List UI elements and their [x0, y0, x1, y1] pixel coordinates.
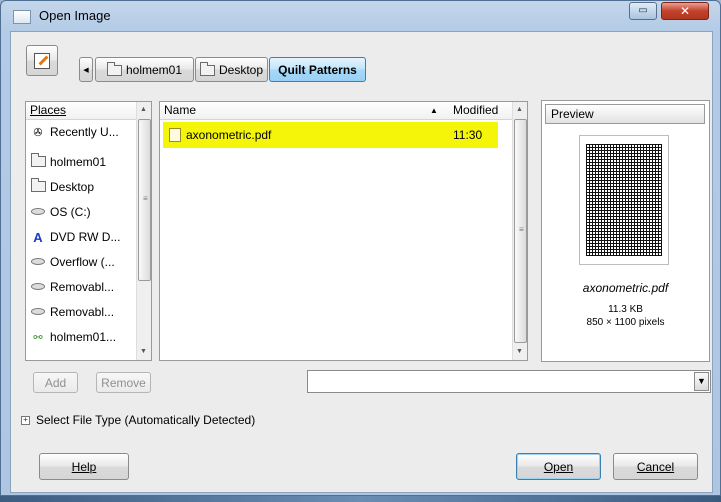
place-os-c[interactable]: OS (C:) [28, 201, 151, 223]
place-label: OS (C:) [50, 205, 91, 219]
add-button-label: Add [44, 375, 67, 390]
chevron-down-icon: ▼ [697, 376, 706, 386]
breadcrumb-label: Quilt Patterns [278, 62, 357, 77]
window-title: Open Image [39, 8, 111, 23]
preview-thumbnail [579, 135, 669, 265]
file-list-scrollbar[interactable]: ▲ ≡ ▼ [512, 102, 527, 360]
grid-pattern-image [586, 144, 662, 256]
file-filter-combo[interactable]: ▼ [307, 370, 711, 393]
cancel-button[interactable]: Cancel [613, 453, 698, 480]
file-list-panel: Name ▲ Modified axonometric.pdf 11:30 ▲ … [159, 101, 528, 361]
place-overflow[interactable]: Overflow (... [28, 251, 151, 273]
place-label: holmem01... [50, 330, 117, 344]
preview-title: Preview [545, 104, 705, 124]
select-file-type-expander[interactable]: + Select File Type (Automatically Detect… [21, 413, 255, 427]
drive-icon [31, 206, 45, 218]
scroll-down-icon: ▼ [516, 348, 523, 355]
place-removable-2[interactable]: Removabl... [28, 301, 151, 323]
type-location-button[interactable] [26, 45, 58, 76]
place-label: Overflow (... [50, 255, 115, 269]
network-drive-icon: ⚯ [33, 331, 43, 344]
arrow-left-icon: ◀ [83, 66, 89, 74]
sort-ascending-icon: ▲ [430, 106, 438, 115]
open-button[interactable]: Open [516, 453, 601, 480]
folder-icon [199, 62, 215, 76]
preview-size: 11.3 KB [608, 304, 643, 315]
column-name-header[interactable]: Name [164, 102, 196, 119]
grip-icon: ≡ [519, 225, 524, 234]
scroll-up-icon: ▲ [140, 106, 147, 113]
open-button-label: Open [543, 459, 574, 474]
expand-plus-icon: + [21, 415, 30, 425]
remove-bookmark-button[interactable]: Remove [96, 372, 151, 393]
app-icon [13, 10, 31, 24]
place-label: Recently U... [50, 125, 119, 139]
pencil-icon [34, 52, 50, 69]
file-name: axonometric.pdf [186, 128, 272, 142]
cancel-button-label: Cancel [636, 459, 675, 474]
grip-icon: ≡ [143, 194, 148, 203]
place-holmem01[interactable]: holmem01 [28, 151, 151, 173]
place-removable-1[interactable]: Removabl... [28, 276, 151, 298]
breadcrumb-quilt-patterns[interactable]: Quilt Patterns [269, 57, 366, 82]
dialog-body: ◀ holmem01 Desktop Quilt Patterns Places… [10, 31, 713, 493]
maximize-icon: ▭ [638, 5, 648, 16]
breadcrumb-holmem01[interactable]: holmem01 [95, 57, 194, 82]
taskbar-edge [0, 496, 721, 502]
place-label: holmem01 [50, 155, 107, 169]
places-header-label: Places [30, 103, 67, 117]
places-panel: Places ✇ Recently U... holmem01 Desktop … [25, 101, 152, 361]
breadcrumb-desktop[interactable]: Desktop [195, 57, 268, 82]
maximize-button[interactable]: ▭ [629, 2, 657, 20]
place-label: DVD RW D... [50, 230, 121, 244]
close-icon: ✕ [679, 4, 691, 18]
column-modified-header[interactable]: Modified [453, 102, 498, 119]
place-recently-used[interactable]: ✇ Recently U... [28, 121, 151, 143]
breadcrumb-label: Desktop [218, 62, 264, 77]
drive-icon [31, 306, 45, 318]
places-scrollbar[interactable]: ▲ ≡ ▼ [136, 102, 151, 360]
combo-dropdown-button[interactable]: ▼ [694, 372, 709, 391]
place-label: Removabl... [50, 305, 115, 319]
folder-icon [31, 153, 46, 167]
drive-icon [31, 256, 45, 268]
scroll-down-icon: ▼ [140, 348, 147, 355]
preview-dimensions: 850 × 1100 pixels [586, 317, 665, 328]
places-header[interactable]: Places [26, 102, 137, 120]
pdf-file-icon [169, 128, 181, 142]
remove-button-label: Remove [101, 375, 146, 390]
place-label: Desktop [50, 180, 95, 194]
file-list-header: Name ▲ Modified [160, 102, 513, 120]
drive-icon [31, 281, 45, 293]
place-dvd-rw[interactable]: A DVD RW D... [28, 226, 151, 248]
preview-title-label: Preview [551, 107, 594, 121]
places-scroll-thumb[interactable]: ≡ [138, 119, 151, 281]
preview-panel: Preview axonometric.pdf 11.3 KB 850 × 11… [541, 100, 710, 362]
place-label: Removabl... [50, 280, 115, 294]
scroll-up-icon: ▲ [516, 106, 523, 113]
recent-icon: ✇ [33, 126, 43, 139]
place-desktop[interactable]: Desktop [28, 176, 151, 198]
add-bookmark-button[interactable]: Add [33, 372, 78, 393]
title-bar[interactable]: Open Image ▭ ✕ [1, 1, 720, 31]
place-holmem01-network[interactable]: ⚯ holmem01... [28, 326, 151, 348]
folder-icon [31, 178, 46, 192]
open-image-dialog: Open Image ▭ ✕ ◀ holmem01 Desktop Quilt … [0, 0, 721, 496]
help-button[interactable]: Help [39, 453, 129, 480]
breadcrumb-label: holmem01 [125, 62, 183, 77]
folder-icon [106, 62, 122, 76]
close-button[interactable]: ✕ [661, 2, 709, 20]
select-file-type-label: Select File Type (Automatically Detected… [36, 413, 256, 427]
file-list-scroll-thumb[interactable]: ≡ [514, 119, 527, 343]
help-button-label: Help [71, 459, 97, 474]
preview-filename: axonometric.pdf [582, 281, 669, 295]
dvd-icon: A [33, 229, 43, 245]
path-scroll-left-button[interactable]: ◀ [79, 57, 93, 82]
file-modified: 11:30 [453, 128, 483, 142]
file-row[interactable]: axonometric.pdf 11:30 [163, 122, 498, 148]
